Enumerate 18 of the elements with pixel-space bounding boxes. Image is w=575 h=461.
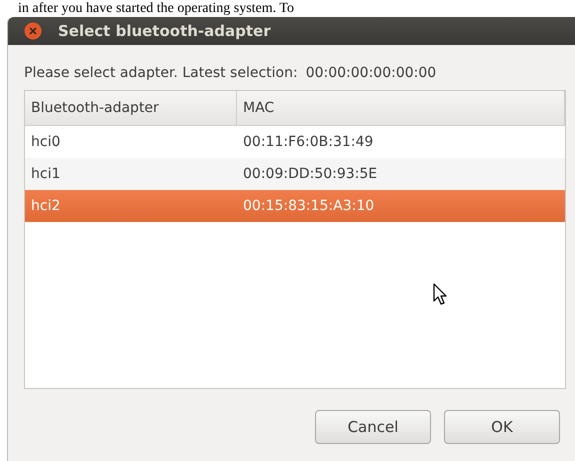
table-cell-text: 00:09:DD:50:93:5E [242, 165, 378, 184]
latest-selection-value: 00:00:00:00:00:00 [306, 65, 436, 81]
table-cell-text: 00:15:83:15:A3:10 [242, 197, 376, 216]
table-cell-text: hci1 [30, 165, 62, 184]
table-row[interactable]: hci0 00:11:F6:0B:31:49 [25, 126, 565, 158]
mouse-pointer-icon [433, 283, 449, 307]
document-text: in after you have started the operating system. To [17, 0, 294, 17]
table-cell-text: hci2 [30, 197, 62, 216]
dialog-button[interactable]: Cancel [315, 410, 431, 444]
table-cell-text: hci0 [30, 133, 62, 152]
table-cell-text: 00:11:F6:0B:31:49 [242, 133, 374, 152]
close-icon[interactable] [24, 22, 42, 40]
dialog-button[interactable]: OK [444, 410, 560, 444]
column-header[interactable]: MAC [237, 91, 565, 125]
window-title: Select bluetooth-adapter [58, 22, 271, 40]
column-header[interactable]: Bluetooth-adapter [25, 91, 237, 125]
prompt-label: Please select adapter. Latest selection: [24, 65, 298, 81]
table-row[interactable]: hci1 00:09:DD:50:93:5E [25, 158, 565, 190]
